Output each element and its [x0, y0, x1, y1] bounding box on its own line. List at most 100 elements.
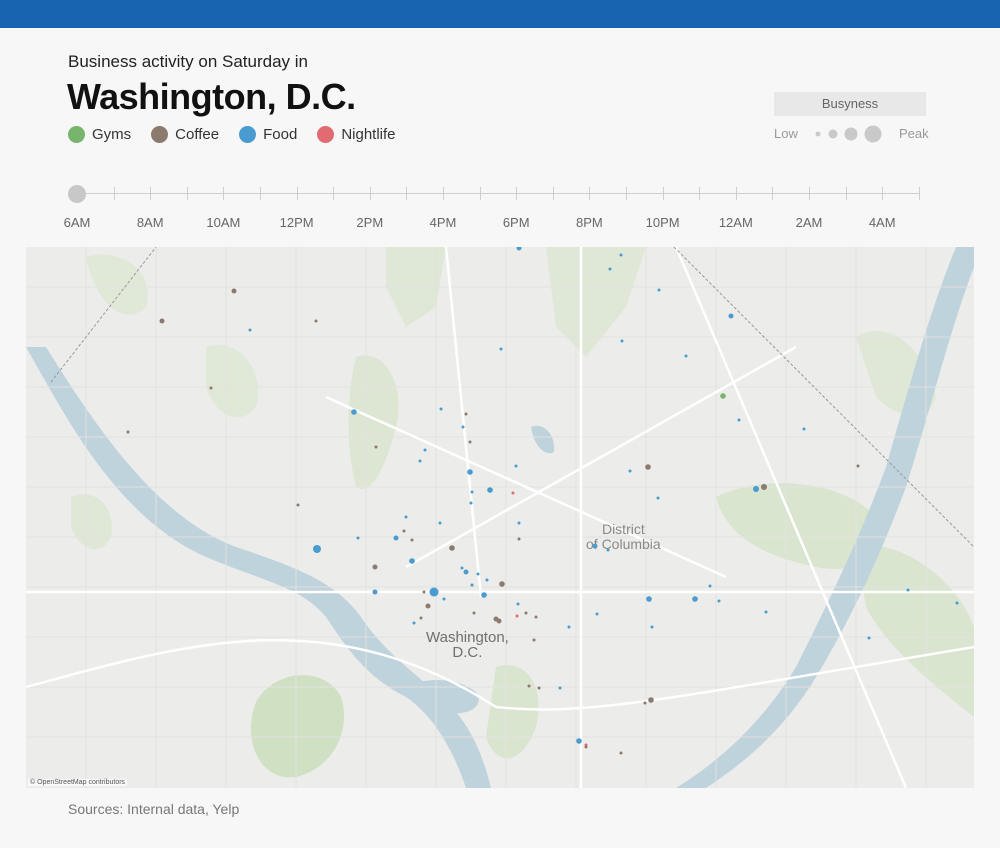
food-dot[interactable] — [351, 409, 357, 415]
food-dot[interactable] — [460, 566, 464, 570]
food-dot[interactable] — [867, 636, 871, 640]
food-dot[interactable] — [393, 535, 399, 541]
time-label[interactable]: 8PM — [576, 215, 603, 230]
food-dot[interactable] — [487, 487, 493, 493]
coffee-dot[interactable] — [464, 412, 468, 416]
coffee-dot[interactable] — [472, 611, 476, 615]
nightlife-dot[interactable] — [511, 491, 515, 495]
time-label[interactable]: 2AM — [796, 215, 823, 230]
coffee-dot[interactable] — [648, 697, 654, 703]
coffee-dot[interactable] — [499, 581, 505, 587]
food-dot[interactable] — [439, 407, 443, 411]
food-dot[interactable] — [567, 625, 571, 629]
food-dot[interactable] — [955, 601, 959, 605]
coffee-dot[interactable] — [856, 464, 860, 468]
time-label[interactable]: 10AM — [206, 215, 240, 230]
food-dot[interactable] — [728, 313, 734, 319]
food-dot[interactable] — [516, 247, 522, 251]
food-dot[interactable] — [717, 599, 721, 603]
food-dot[interactable] — [313, 545, 321, 553]
food-dot[interactable] — [481, 592, 487, 598]
food-dot[interactable] — [802, 427, 806, 431]
food-dot[interactable] — [620, 339, 624, 343]
coffee-dot[interactable] — [619, 751, 623, 755]
food-dot[interactable] — [409, 558, 415, 564]
food-dot[interactable] — [692, 596, 698, 602]
nightlife-dot[interactable] — [515, 614, 519, 618]
food-dot[interactable] — [499, 347, 503, 351]
time-label[interactable]: 6AM — [64, 215, 91, 230]
food-dot[interactable] — [516, 602, 520, 606]
food-dot[interactable] — [485, 578, 489, 582]
legend-item-coffee[interactable]: Coffee — [151, 126, 219, 143]
coffee-dot[interactable] — [425, 603, 431, 609]
time-label[interactable]: 12PM — [280, 215, 314, 230]
coffee-dot[interactable] — [422, 590, 426, 594]
food-dot[interactable] — [470, 490, 474, 494]
time-label[interactable]: 4AM — [869, 215, 896, 230]
food-dot[interactable] — [514, 464, 518, 468]
food-dot[interactable] — [517, 521, 521, 525]
coffee-dot[interactable] — [534, 615, 538, 619]
food-dot[interactable] — [470, 583, 474, 587]
food-dot[interactable] — [753, 486, 759, 492]
coffee-dot[interactable] — [584, 745, 588, 749]
slider-handle[interactable] — [68, 185, 86, 203]
food-dot[interactable] — [708, 584, 712, 588]
food-dot[interactable] — [619, 253, 623, 257]
coffee-dot[interactable] — [496, 618, 502, 624]
legend-item-nightlife[interactable]: Nightlife — [317, 126, 396, 143]
food-dot[interactable] — [576, 738, 582, 744]
food-dot[interactable] — [412, 621, 416, 625]
food-dot[interactable] — [404, 515, 408, 519]
coffee-dot[interactable] — [209, 386, 213, 390]
food-dot[interactable] — [656, 496, 660, 500]
food-dot[interactable] — [595, 612, 599, 616]
coffee-dot[interactable] — [527, 684, 531, 688]
food-dot[interactable] — [650, 625, 654, 629]
food-dot[interactable] — [356, 536, 360, 540]
food-dot[interactable] — [418, 459, 422, 463]
coffee-dot[interactable] — [372, 564, 378, 570]
food-dot[interactable] — [608, 267, 612, 271]
food-dot[interactable] — [628, 469, 632, 473]
food-dot[interactable] — [606, 548, 610, 552]
slider-track[interactable] — [68, 193, 920, 194]
food-dot[interactable] — [684, 354, 688, 358]
food-dot[interactable] — [764, 610, 768, 614]
time-label[interactable]: 12AM — [719, 215, 753, 230]
map-attribution[interactable]: © OpenStreetMap contributors — [28, 779, 128, 786]
food-dot[interactable] — [372, 589, 378, 595]
coffee-dot[interactable] — [532, 638, 536, 642]
legend-item-food[interactable]: Food — [239, 126, 297, 143]
coffee-dot[interactable] — [296, 503, 300, 507]
food-dot[interactable] — [438, 521, 442, 525]
food-dot[interactable] — [429, 587, 439, 597]
food-dot[interactable] — [646, 596, 652, 602]
food-dot[interactable] — [469, 501, 473, 505]
coffee-dot[interactable] — [159, 318, 165, 324]
gym-dot[interactable] — [720, 393, 726, 399]
time-label[interactable]: 4PM — [430, 215, 457, 230]
coffee-dot[interactable] — [761, 484, 767, 490]
coffee-dot[interactable] — [643, 701, 647, 705]
coffee-dot[interactable] — [126, 430, 130, 434]
food-dot[interactable] — [442, 597, 446, 601]
coffee-dot[interactable] — [410, 538, 414, 542]
food-dot[interactable] — [461, 425, 465, 429]
coffee-dot[interactable] — [524, 611, 528, 615]
food-dot[interactable] — [476, 572, 480, 576]
legend-item-gyms[interactable]: Gyms — [68, 126, 131, 143]
food-dot[interactable] — [657, 288, 661, 292]
time-slider[interactable]: 6AM 8AM 10AM 12PM 2PM 4PM 6PM 8PM 10PM 12AM 2AM 4AM — [64, 180, 938, 230]
coffee-dot[interactable] — [517, 537, 521, 541]
coffee-dot[interactable] — [645, 464, 651, 470]
time-label[interactable]: 6PM — [503, 215, 530, 230]
food-dot[interactable] — [592, 543, 598, 549]
food-dot[interactable] — [558, 686, 562, 690]
coffee-dot[interactable] — [468, 440, 472, 444]
coffee-dot[interactable] — [419, 616, 423, 620]
coffee-dot[interactable] — [314, 319, 318, 323]
food-dot[interactable] — [463, 569, 469, 575]
time-label[interactable]: 10PM — [646, 215, 680, 230]
